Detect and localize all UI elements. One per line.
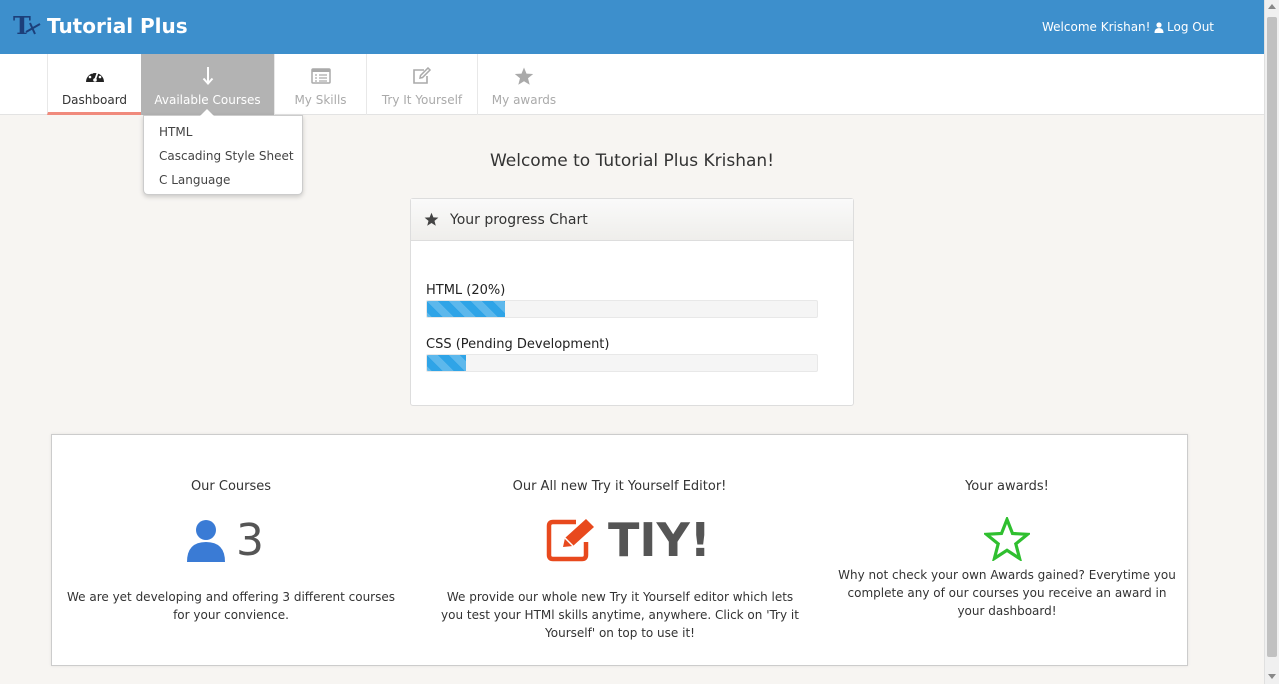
progress-bar-css (426, 354, 818, 372)
user-icon (187, 520, 225, 562)
edit-icon (412, 65, 432, 87)
logout-link[interactable]: Log Out (1154, 19, 1214, 35)
progress-fill (427, 355, 466, 371)
tab-try-it-yourself[interactable]: Try It Yourself (366, 54, 478, 115)
dashboard-icon (85, 65, 105, 87)
tab-label: My awards (491, 93, 557, 107)
arrow-down-icon (202, 65, 214, 87)
progress-fill (427, 301, 505, 317)
page-title: Welcome to Tutorial Plus Krishan! (489, 151, 775, 171)
tab-dashboard[interactable]: Dashboard (47, 54, 141, 115)
scroll-down-arrow[interactable] (1268, 674, 1276, 679)
top-header: T Tutorial Plus Welcome Krishan! Log Out (0, 0, 1264, 54)
brand-title[interactable]: Tutorial Plus (47, 13, 188, 39)
progress-label-css: CSS (Pending Development) (426, 337, 610, 352)
tab-label: Available Courses (154, 93, 261, 107)
svg-text:T: T (13, 11, 31, 40)
star-icon (424, 212, 439, 226)
tab-label: Try It Yourself (381, 93, 463, 107)
feature-title-awards: Your awards! (965, 479, 1049, 494)
logout-label: Log Out (1167, 20, 1215, 34)
user-icon (1154, 21, 1164, 33)
feature-title-courses: Our Courses (190, 479, 272, 494)
panel-title: Your progress Chart (450, 211, 588, 228)
dropdown-item-c-language[interactable]: C Language (159, 172, 230, 188)
feature-text-awards: Why not check your own Awards gained? Ev… (838, 568, 1176, 618)
star-icon (514, 65, 534, 87)
tiy-heading: TIY! (608, 513, 711, 567)
tab-my-awards[interactable]: My awards (478, 54, 570, 115)
feature-title-tiy: Our All new Try it Yourself Editor! (512, 479, 727, 494)
tab-available-courses[interactable]: Available Courses (141, 54, 274, 115)
nav-bar: Dashboard Available Courses My Skills Tr… (0, 54, 1264, 115)
edit-square-icon (546, 519, 594, 562)
list-icon (310, 65, 331, 87)
features-section: Our Courses 3 We are yet developing and … (51, 434, 1188, 666)
courses-count: 3 (236, 515, 264, 566)
feature-text-courses: We are yet developing and offering 3 dif… (66, 590, 395, 622)
tab-label: My Skills (294, 93, 347, 107)
welcome-message: Welcome Krishan! (1042, 20, 1151, 34)
tab-label: Dashboard (61, 93, 128, 107)
dropdown-item-html[interactable]: HTML (159, 124, 192, 140)
panel-header: Your progress Chart (411, 199, 853, 241)
scroll-thumb[interactable] (1267, 17, 1277, 657)
scroll-up-arrow[interactable] (1268, 4, 1276, 9)
tab-my-skills[interactable]: My Skills (274, 54, 366, 115)
feature-text-tiy: We provide our whole new Try it Yourself… (441, 590, 799, 640)
progress-label-html: HTML (20%) (426, 283, 506, 298)
progress-panel: Your progress Chart HTML (20%) CSS (Pend… (410, 198, 854, 406)
progress-bar-html (426, 300, 818, 318)
logo-icon[interactable]: T (12, 10, 44, 42)
page-scrollbar[interactable] (1264, 0, 1279, 684)
star-outline-icon (984, 517, 1030, 561)
